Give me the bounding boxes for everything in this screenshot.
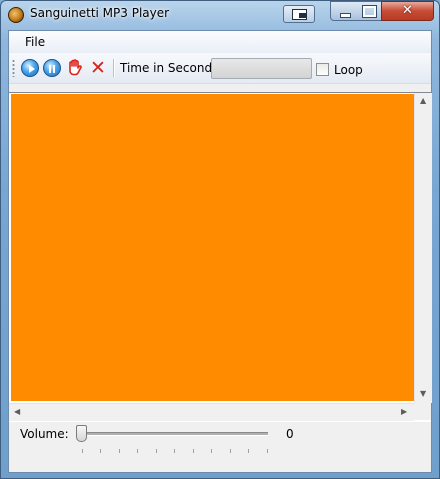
volume-panel: Volume: 0 [9,422,431,472]
client-area: File ✕ Time in Seconds Loop ▲ ▼ ◀ ▶ Volu… [8,30,432,473]
scroll-up-icon[interactable]: ▲ [420,97,426,105]
maximize-icon [362,5,377,18]
app-icon[interactable] [8,7,24,23]
eject-button[interactable]: ✕ [88,58,108,78]
scroll-corner [414,403,431,420]
minimize-icon [340,13,351,18]
slider-tick [119,449,120,453]
scroll-left-icon[interactable]: ◀ [14,408,20,416]
scroll-right-icon[interactable]: ▶ [401,408,407,416]
horizontal-scrollbar[interactable]: ◀ ▶ [9,403,414,421]
window-inset-icon [299,13,306,18]
volume-slider-thumb[interactable] [76,425,87,442]
caption-buttons: ✕ [330,1,434,21]
menu-file[interactable]: File [19,34,51,50]
slider-tick [211,449,212,453]
slider-tick [82,449,83,453]
play-button[interactable] [20,58,40,78]
window-title: Sanguinetti MP3 Player [30,6,170,20]
slider-tick [230,449,231,453]
mini-player-button[interactable] [283,5,315,23]
pause-bar-right [53,65,55,73]
video-panel: ▲ ▼ ◀ ▶ [9,92,432,423]
slider-tick [193,449,194,453]
title-bar[interactable]: Sanguinetti MP3 Player ✕ [1,1,439,29]
volume-slider-track[interactable] [82,432,268,436]
volume-value: 0 [286,427,294,441]
time-field[interactable] [211,58,312,79]
maximize-button[interactable] [356,1,382,21]
close-icon: ✕ [402,3,413,18]
stop-hand-icon [69,59,82,76]
slider-tick [174,449,175,453]
loop-checkbox[interactable] [316,63,329,76]
toolbar: ✕ Time in Seconds Loop [9,53,431,84]
pause-icon [43,59,61,77]
stop-button[interactable] [65,58,85,78]
app-window: Sanguinetti MP3 Player ✕ File ✕ Time in … [0,0,440,479]
toolbar-separator [113,59,115,77]
close-x-icon: ✕ [90,57,106,79]
play-triangle [29,65,35,73]
visualization-area [11,94,414,401]
volume-slider-ticks [82,449,268,453]
pause-bar-left [49,65,51,73]
time-in-seconds-label: Time in Seconds [120,61,219,75]
minimize-button[interactable] [330,1,358,21]
menu-bar: File [9,31,431,53]
slider-tick [248,449,249,453]
loop-label[interactable]: Loop [334,63,363,77]
close-window-button[interactable]: ✕ [381,1,434,21]
volume-label: Volume: [20,427,69,441]
slider-tick [267,449,268,453]
toolbar-grip[interactable] [12,59,15,77]
scroll-down-icon[interactable]: ▼ [420,390,426,398]
pause-button[interactable] [42,58,62,78]
slider-tick [156,449,157,453]
play-icon [21,59,39,77]
slider-tick [100,449,101,453]
slider-tick [137,449,138,453]
vertical-scrollbar[interactable]: ▲ ▼ [414,93,432,403]
